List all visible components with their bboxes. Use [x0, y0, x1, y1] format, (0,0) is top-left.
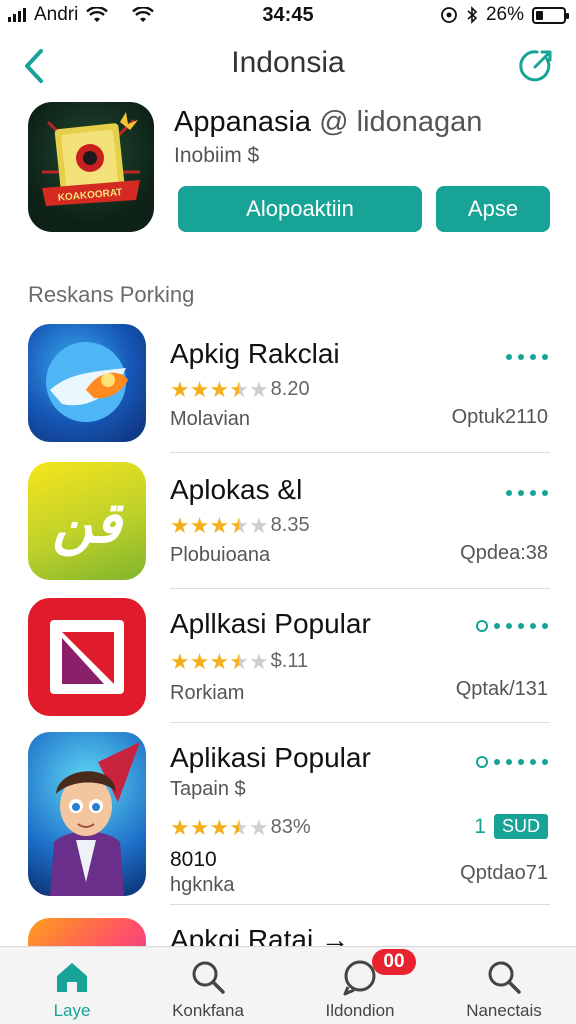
app-price: Tapain $: [170, 778, 246, 800]
app-name: Aplikasi Popular: [170, 742, 371, 773]
featured-app-developer[interactable]: @ lidonagan: [319, 106, 482, 138]
app-category: Rorkiam: [170, 682, 245, 704]
app-meta: Qptak/131: [455, 678, 548, 700]
app-icon[interactable]: [28, 598, 146, 716]
app-icon[interactable]: [28, 324, 146, 442]
star-icon: ★: [189, 512, 210, 538]
status-bar: Andri 34:45 26%: [0, 0, 576, 30]
more-options-button[interactable]: [506, 354, 548, 360]
star-empty-icon: ★: [248, 814, 269, 840]
featured-app-price: Inobiim $: [174, 144, 260, 167]
divider: [170, 452, 550, 453]
star-icon: ★: [170, 814, 190, 840]
page-title: Indonsia: [231, 46, 345, 79]
divider: [170, 722, 550, 723]
more-options-button[interactable]: [476, 756, 548, 768]
star-icon: ★: [189, 376, 210, 402]
bluetooth-icon: [467, 6, 478, 24]
star-empty-icon: ★: [248, 648, 269, 674]
badge-count: 1: [474, 814, 486, 838]
more-options-button[interactable]: [506, 490, 548, 496]
more-options-button[interactable]: [476, 620, 548, 632]
app-icon-glyph: قن: [52, 491, 125, 557]
app-name: Aplokas &l: [170, 474, 303, 505]
star-rating: ★ ★ ★ ★ ★ 8.35: [170, 514, 310, 537]
install-button[interactable]: Alopoaktiin: [178, 186, 422, 232]
star-icon: ★: [209, 814, 230, 840]
app-meta: Qptdao71: [460, 862, 548, 884]
tab-label: Ildondion: [325, 1001, 395, 1020]
wifi-icon: [86, 7, 109, 22]
star-icon: ★: [170, 512, 190, 538]
featured-app: KOAKOORAT Appanasia @ lidonagan Inobiim …: [0, 100, 576, 240]
tab-more[interactable]: Nanectais: [432, 947, 576, 1024]
star-empty-icon: ★: [248, 512, 269, 538]
star-icon: ★: [209, 376, 230, 402]
featured-app-icon[interactable]: KOAKOORAT: [28, 102, 154, 232]
app-icon[interactable]: قن: [28, 462, 146, 580]
rating-value: 8.20: [270, 378, 310, 400]
star-icon: ★: [170, 648, 190, 674]
header: Indonsia: [0, 38, 576, 94]
tab-bar: Laye Konkfana 00 Ildondion Nanectais: [0, 946, 576, 1024]
search-icon: [488, 961, 521, 994]
app-meta: Qpdea:38: [460, 542, 548, 564]
rating-value: 83%: [270, 816, 311, 838]
wifi-icon: [132, 7, 155, 22]
share-icon: [519, 50, 552, 82]
star-half-icon: ★: [229, 648, 249, 674]
tab-label: Laye: [53, 1001, 91, 1020]
open-button[interactable]: Apse: [436, 186, 550, 232]
app-name: Apllkasi Popular: [170, 608, 371, 639]
star-half-icon: ★: [229, 512, 249, 538]
location-icon: [441, 7, 457, 23]
tab-updates[interactable]: 00 Ildondion: [288, 947, 432, 1024]
app-extra-value: 8010: [170, 848, 217, 871]
update-badge[interactable]: 1 SUD: [474, 814, 548, 839]
app-name: Apkig Rakclai: [170, 338, 340, 369]
rating-value: 8.35: [270, 514, 310, 536]
star-half-icon: ★: [229, 814, 249, 840]
star-icon: ★: [189, 648, 210, 674]
tab-search[interactable]: Konkfana: [136, 947, 280, 1024]
app-category: Molavian: [170, 408, 251, 430]
star-icon: ★: [209, 648, 230, 674]
tab-label: Konkfana: [172, 1001, 244, 1020]
star-rating: ★ ★ ★ ★ ★ $.11: [170, 650, 308, 673]
star-icon: ★: [170, 376, 190, 402]
divider: [170, 904, 550, 905]
tab-home[interactable]: Laye: [0, 947, 144, 1024]
tab-label: Nanectais: [466, 1001, 542, 1020]
app-category: Plobuioana: [170, 544, 271, 566]
battery-percent: 26%: [485, 4, 524, 25]
star-icon: ★: [189, 814, 210, 840]
app-meta: Optuk2110: [451, 406, 548, 428]
notification-badge: 00: [372, 949, 416, 975]
star-half-icon: ★: [229, 376, 249, 402]
app-category: hgknka: [170, 874, 235, 896]
featured-app-name: Appanasia: [174, 106, 312, 138]
star-empty-icon: ★: [248, 376, 269, 402]
badge-label: SUD: [493, 814, 548, 839]
clock: 34:45: [262, 3, 314, 26]
signal-icon: [8, 8, 26, 22]
search-icon: [192, 961, 225, 994]
app-icon[interactable]: [28, 732, 146, 896]
rating-value: $.11: [270, 650, 309, 672]
star-rating: ★ ★ ★ ★ ★ 83%: [170, 816, 311, 839]
battery-icon: [532, 6, 569, 24]
featured-app-title: Appanasia @ lidonagan: [174, 106, 482, 139]
carrier-label: Andri: [34, 4, 79, 25]
star-icon: ★: [209, 512, 230, 538]
home-icon: [57, 963, 87, 992]
share-button[interactable]: [514, 44, 558, 88]
section-title: Reskans Porking: [28, 282, 195, 307]
divider: [170, 588, 550, 589]
star-rating: ★ ★ ★ ★ ★ 8.20: [170, 378, 310, 401]
